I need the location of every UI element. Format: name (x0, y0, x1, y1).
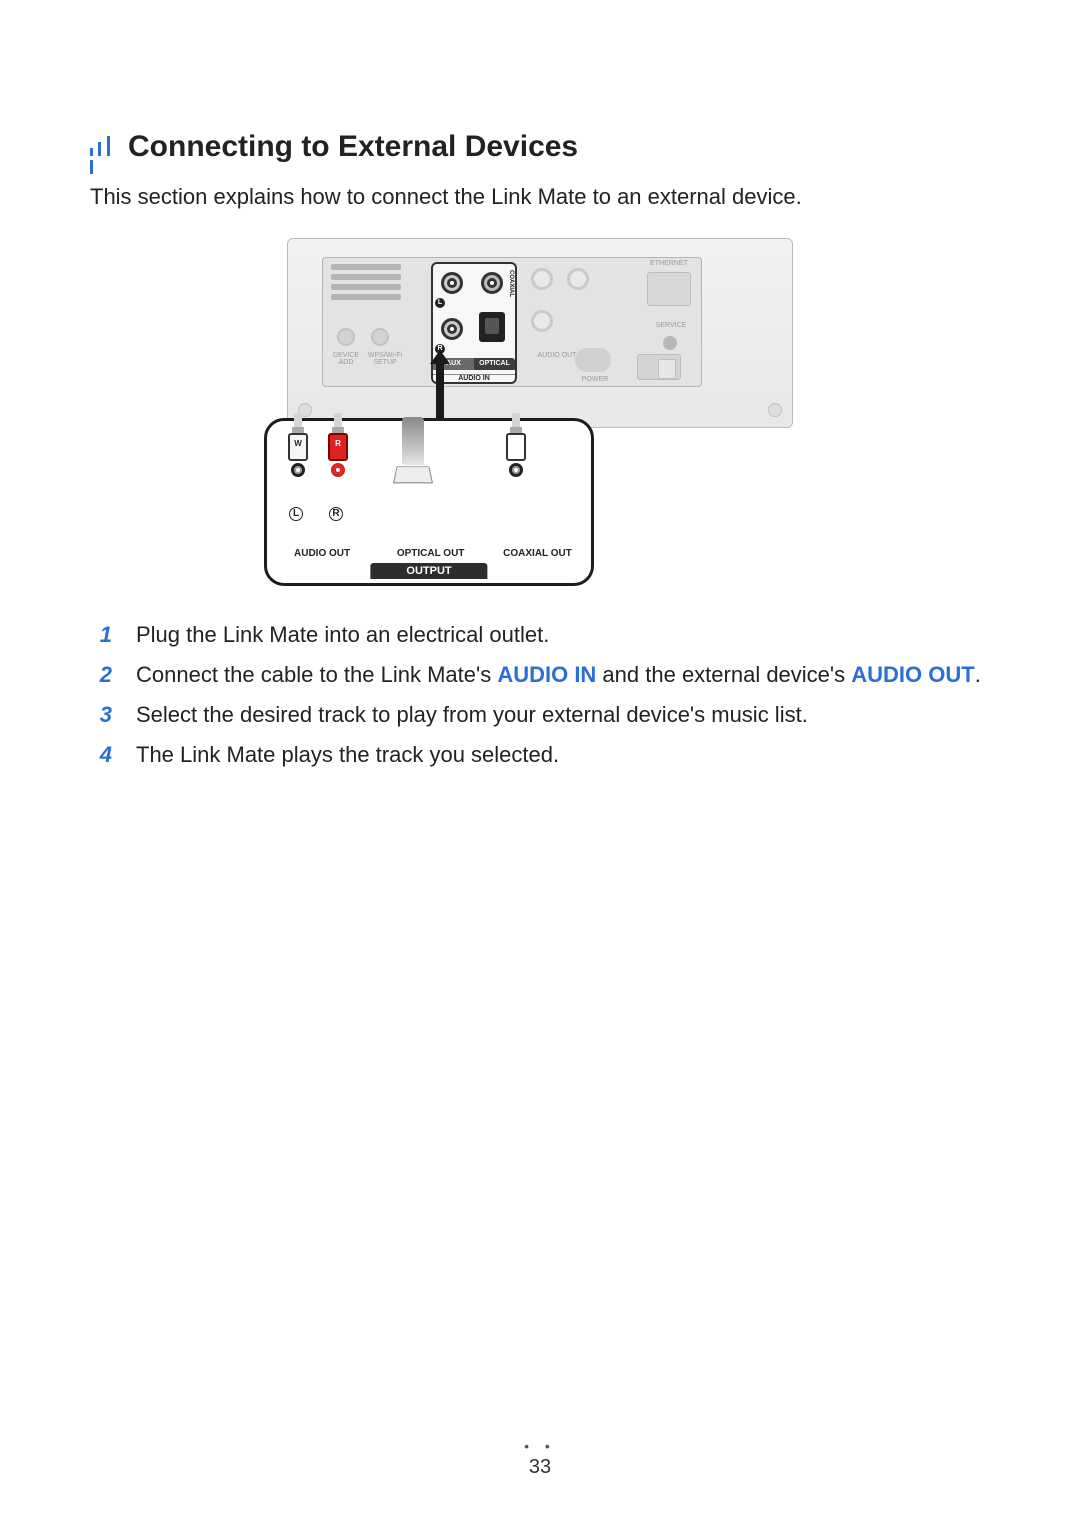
ethernet-label: ETHERNET (645, 260, 693, 267)
power-inlet (575, 348, 611, 372)
l-badge: L (435, 298, 445, 308)
wps-wifi-label: WPS/Wi-Fi SETUP (363, 352, 407, 366)
service-port (663, 336, 677, 350)
step-4: 4 The Link Mate plays the track you sele… (90, 738, 990, 772)
step-text: The Link Mate plays the track you select… (136, 738, 559, 772)
aux-r-port (441, 318, 463, 340)
ethernet-port (647, 272, 691, 306)
section-heading-row: Connecting to External Devices (90, 130, 990, 164)
r-channel-badge: R (329, 507, 343, 521)
step-text: Select the desired track to play from yo… (136, 698, 808, 732)
page-footer: • • 33 (0, 1438, 1080, 1479)
step-number: 3 (90, 698, 112, 732)
step-3: 3 Select the desired track to play from … (90, 698, 990, 732)
accent-audio-in: AUDIO IN (497, 662, 596, 687)
connection-diagram: DEVICE ADD WPS/Wi-Fi SETUP L R COAXIAL A… (90, 238, 990, 578)
optical-in-port (479, 312, 505, 342)
step-2: 2 Connect the cable to the Link Mate's A… (90, 658, 990, 692)
optical-plug (395, 417, 431, 483)
step-number: 2 (90, 658, 112, 692)
output-strip-label: OUTPUT (370, 563, 487, 579)
step-1: 1 Plug the Link Mate into an electrical … (90, 618, 990, 652)
coaxial-label: COAXIAL (508, 270, 514, 297)
rca-white-plug: W (285, 413, 311, 477)
audio-in-label: AUDIO IN (433, 374, 515, 382)
optical-out-label: OPTICAL OUT (377, 548, 484, 559)
audio-out-label: AUDIO OUT (267, 548, 377, 559)
service-label: SERVICE (651, 322, 691, 329)
aux-l-port (441, 272, 463, 294)
heading-bars-icon (90, 136, 114, 158)
step-text: Plug the Link Mate into an electrical ou… (136, 618, 549, 652)
step-number: 1 (90, 618, 112, 652)
coaxial-out-label: COAXIAL OUT (484, 548, 591, 559)
device-rear-panel: DEVICE ADD WPS/Wi-Fi SETUP L R COAXIAL A… (287, 238, 793, 428)
external-device-output-callout: W R L R AUDIO OUT (264, 418, 594, 586)
intro-text: This section explains how to connect the… (90, 184, 990, 210)
coaxial-in-port (481, 272, 503, 294)
instruction-steps: 1 Plug the Link Mate into an electrical … (90, 618, 990, 772)
step-number: 4 (90, 738, 112, 772)
step-text: Connect the cable to the Link Mate's AUD… (136, 658, 981, 692)
accent-audio-out: AUDIO OUT (851, 662, 974, 687)
device-add-label: DEVICE ADD (329, 352, 363, 366)
power-label: POWER (565, 376, 625, 383)
page-dots-icon: • • (0, 1438, 1080, 1454)
page-number: 33 (529, 1456, 551, 1478)
rca-red-plug: R (325, 413, 351, 477)
section-title: Connecting to External Devices (128, 130, 578, 164)
l-channel-badge: L (289, 507, 303, 521)
coaxial-plug (503, 413, 529, 477)
power-switch (637, 354, 681, 380)
optical-label: OPTICAL (474, 358, 515, 370)
